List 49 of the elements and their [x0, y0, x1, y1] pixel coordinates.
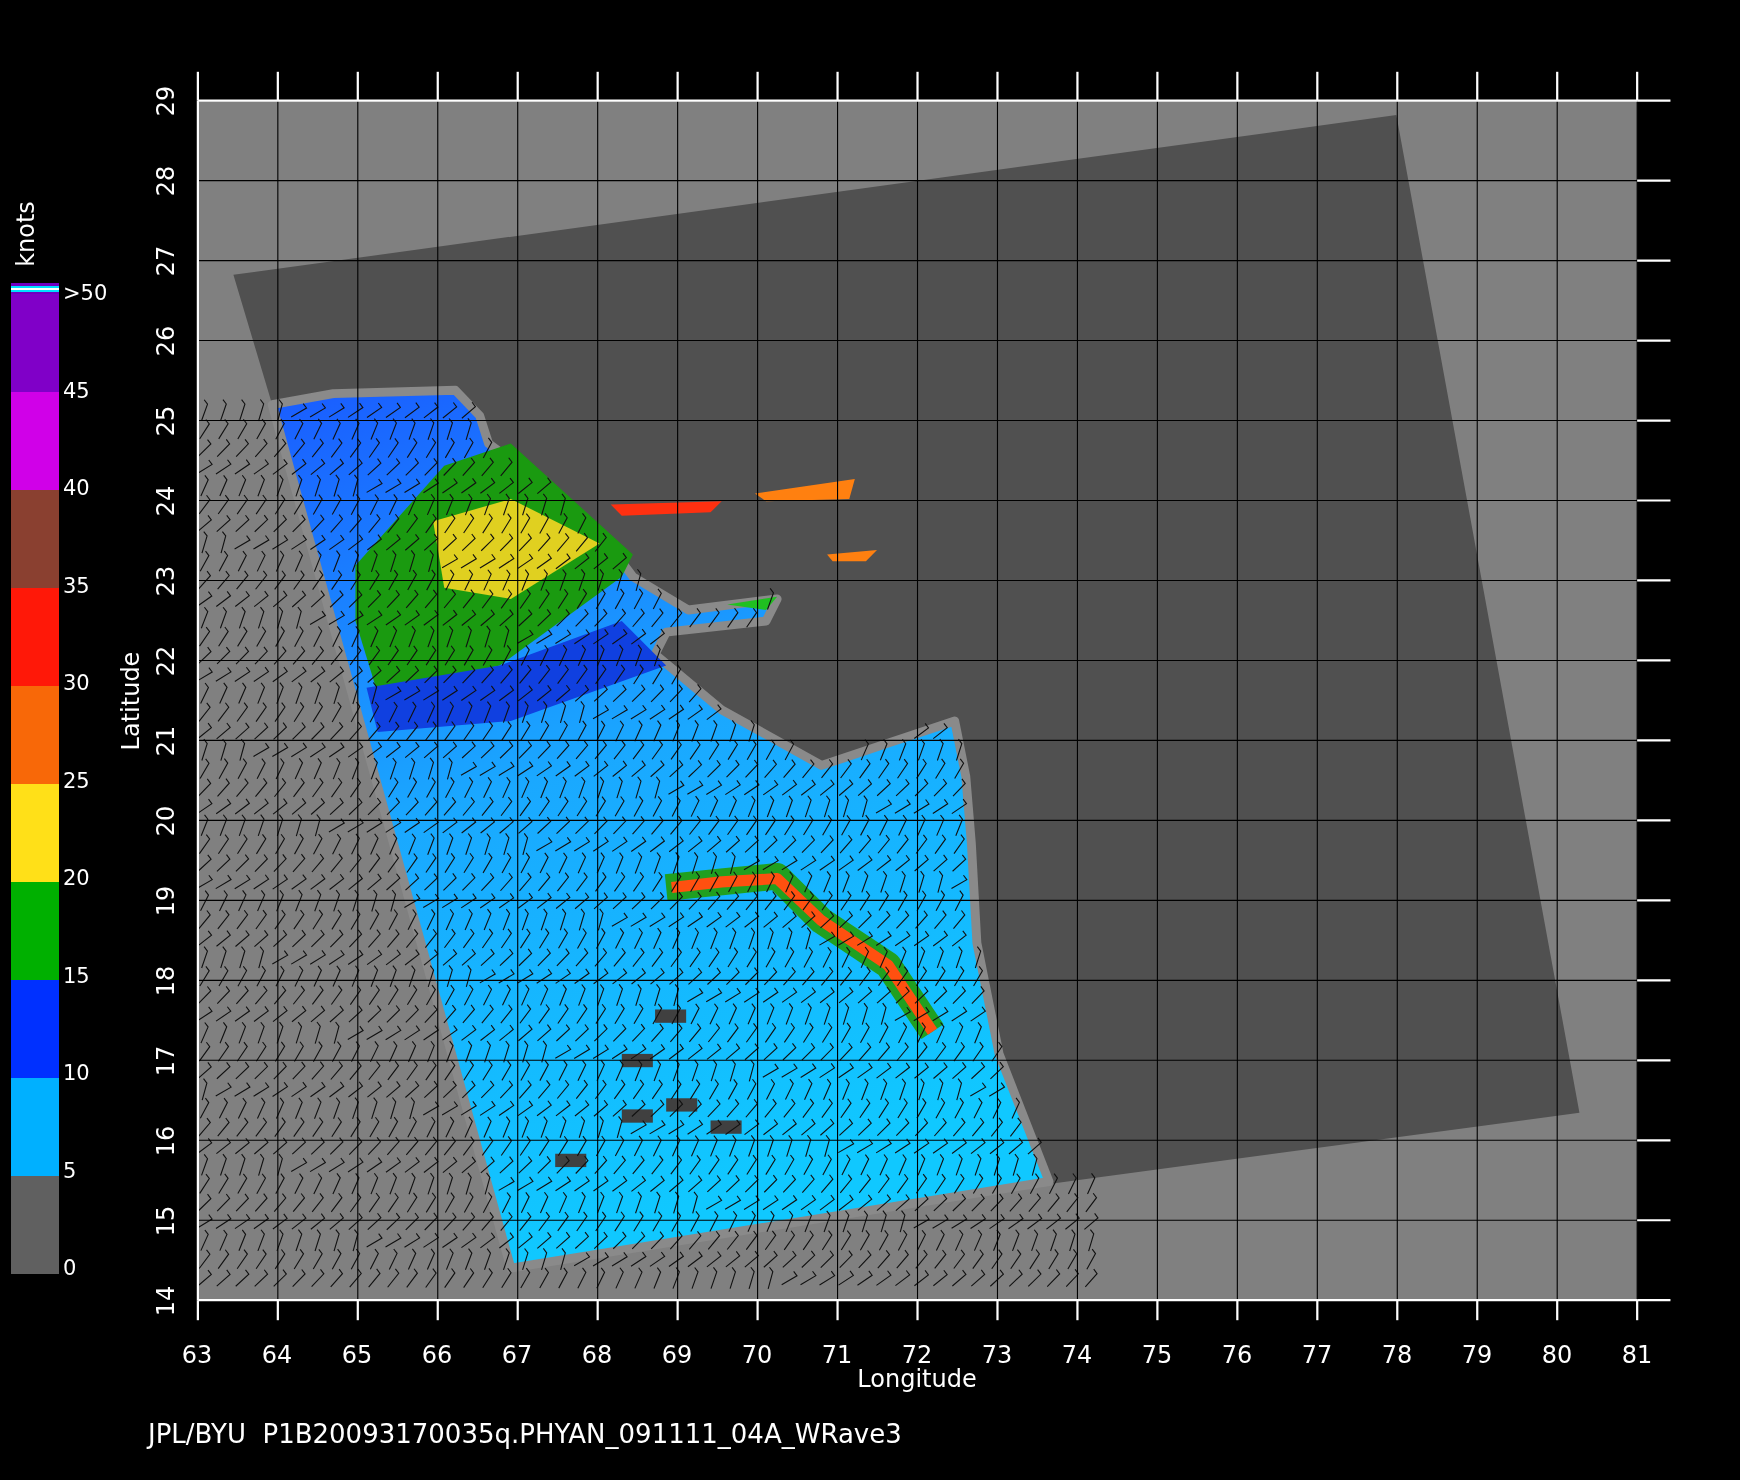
scale-label: 15	[63, 962, 91, 989]
tick-label: 80	[1541, 1341, 1573, 1369]
axis-title: Latitude	[117, 651, 145, 751]
tick-label: 68	[581, 1341, 613, 1369]
tick-label: 29	[152, 85, 180, 117]
tick-label: 16	[152, 1125, 180, 1157]
tick-label: 25	[152, 405, 180, 437]
scale-label: >50	[63, 280, 108, 306]
tick-label: 18	[152, 965, 180, 997]
scale-label: 5	[63, 1157, 78, 1184]
tick-label: 22	[152, 645, 180, 677]
tick-label: 71	[821, 1341, 853, 1369]
tick-label: 64	[261, 1341, 293, 1369]
tick-label: 65	[341, 1341, 373, 1369]
tick-label: 26	[152, 325, 180, 357]
scale-overflow-stripes	[11, 283, 59, 294]
scale-label: 25	[63, 767, 91, 794]
tick-label: 70	[741, 1341, 773, 1369]
tick-label: 79	[1461, 1341, 1493, 1369]
tick-label: 23	[152, 565, 180, 597]
tick-label: 21	[152, 725, 180, 757]
scale-label: 10	[63, 1060, 91, 1086]
scale-label: 40	[63, 475, 91, 501]
footer-caption: JPL/BYU P1B20093170035q.PHYAN_091111_04A_WRave3	[148, 1419, 903, 1449]
tick-label: 24	[152, 485, 180, 517]
tick-label: 28	[152, 165, 180, 197]
tick-label: 17	[152, 1045, 180, 1077]
unit-label: knots	[12, 201, 41, 267]
tick-label: 69	[661, 1341, 693, 1369]
scale-label: 20	[63, 865, 91, 891]
tick-label: 77	[1301, 1341, 1333, 1369]
tick-label: 76	[1221, 1341, 1253, 1369]
scale-label: 35	[63, 572, 91, 599]
scale-label: 30	[63, 670, 91, 696]
tick-label: 63	[181, 1341, 213, 1369]
scale-label: 0	[63, 1255, 78, 1281]
tick-label: 15	[152, 1205, 180, 1237]
tick-label: 27	[152, 245, 180, 277]
tick-label: 67	[501, 1341, 533, 1369]
tick-label: 75	[1141, 1341, 1173, 1369]
tick-label: 19	[152, 885, 180, 917]
tick-label: 81	[1621, 1341, 1653, 1369]
tick-label: 73	[981, 1341, 1013, 1369]
tick-label: 74	[1061, 1341, 1093, 1369]
scale-label: 45	[63, 377, 91, 404]
tick-label: 66	[421, 1341, 453, 1369]
tick-label: 78	[1381, 1341, 1413, 1369]
tick-label: 14	[152, 1285, 180, 1317]
tick-label: 20	[152, 805, 180, 837]
